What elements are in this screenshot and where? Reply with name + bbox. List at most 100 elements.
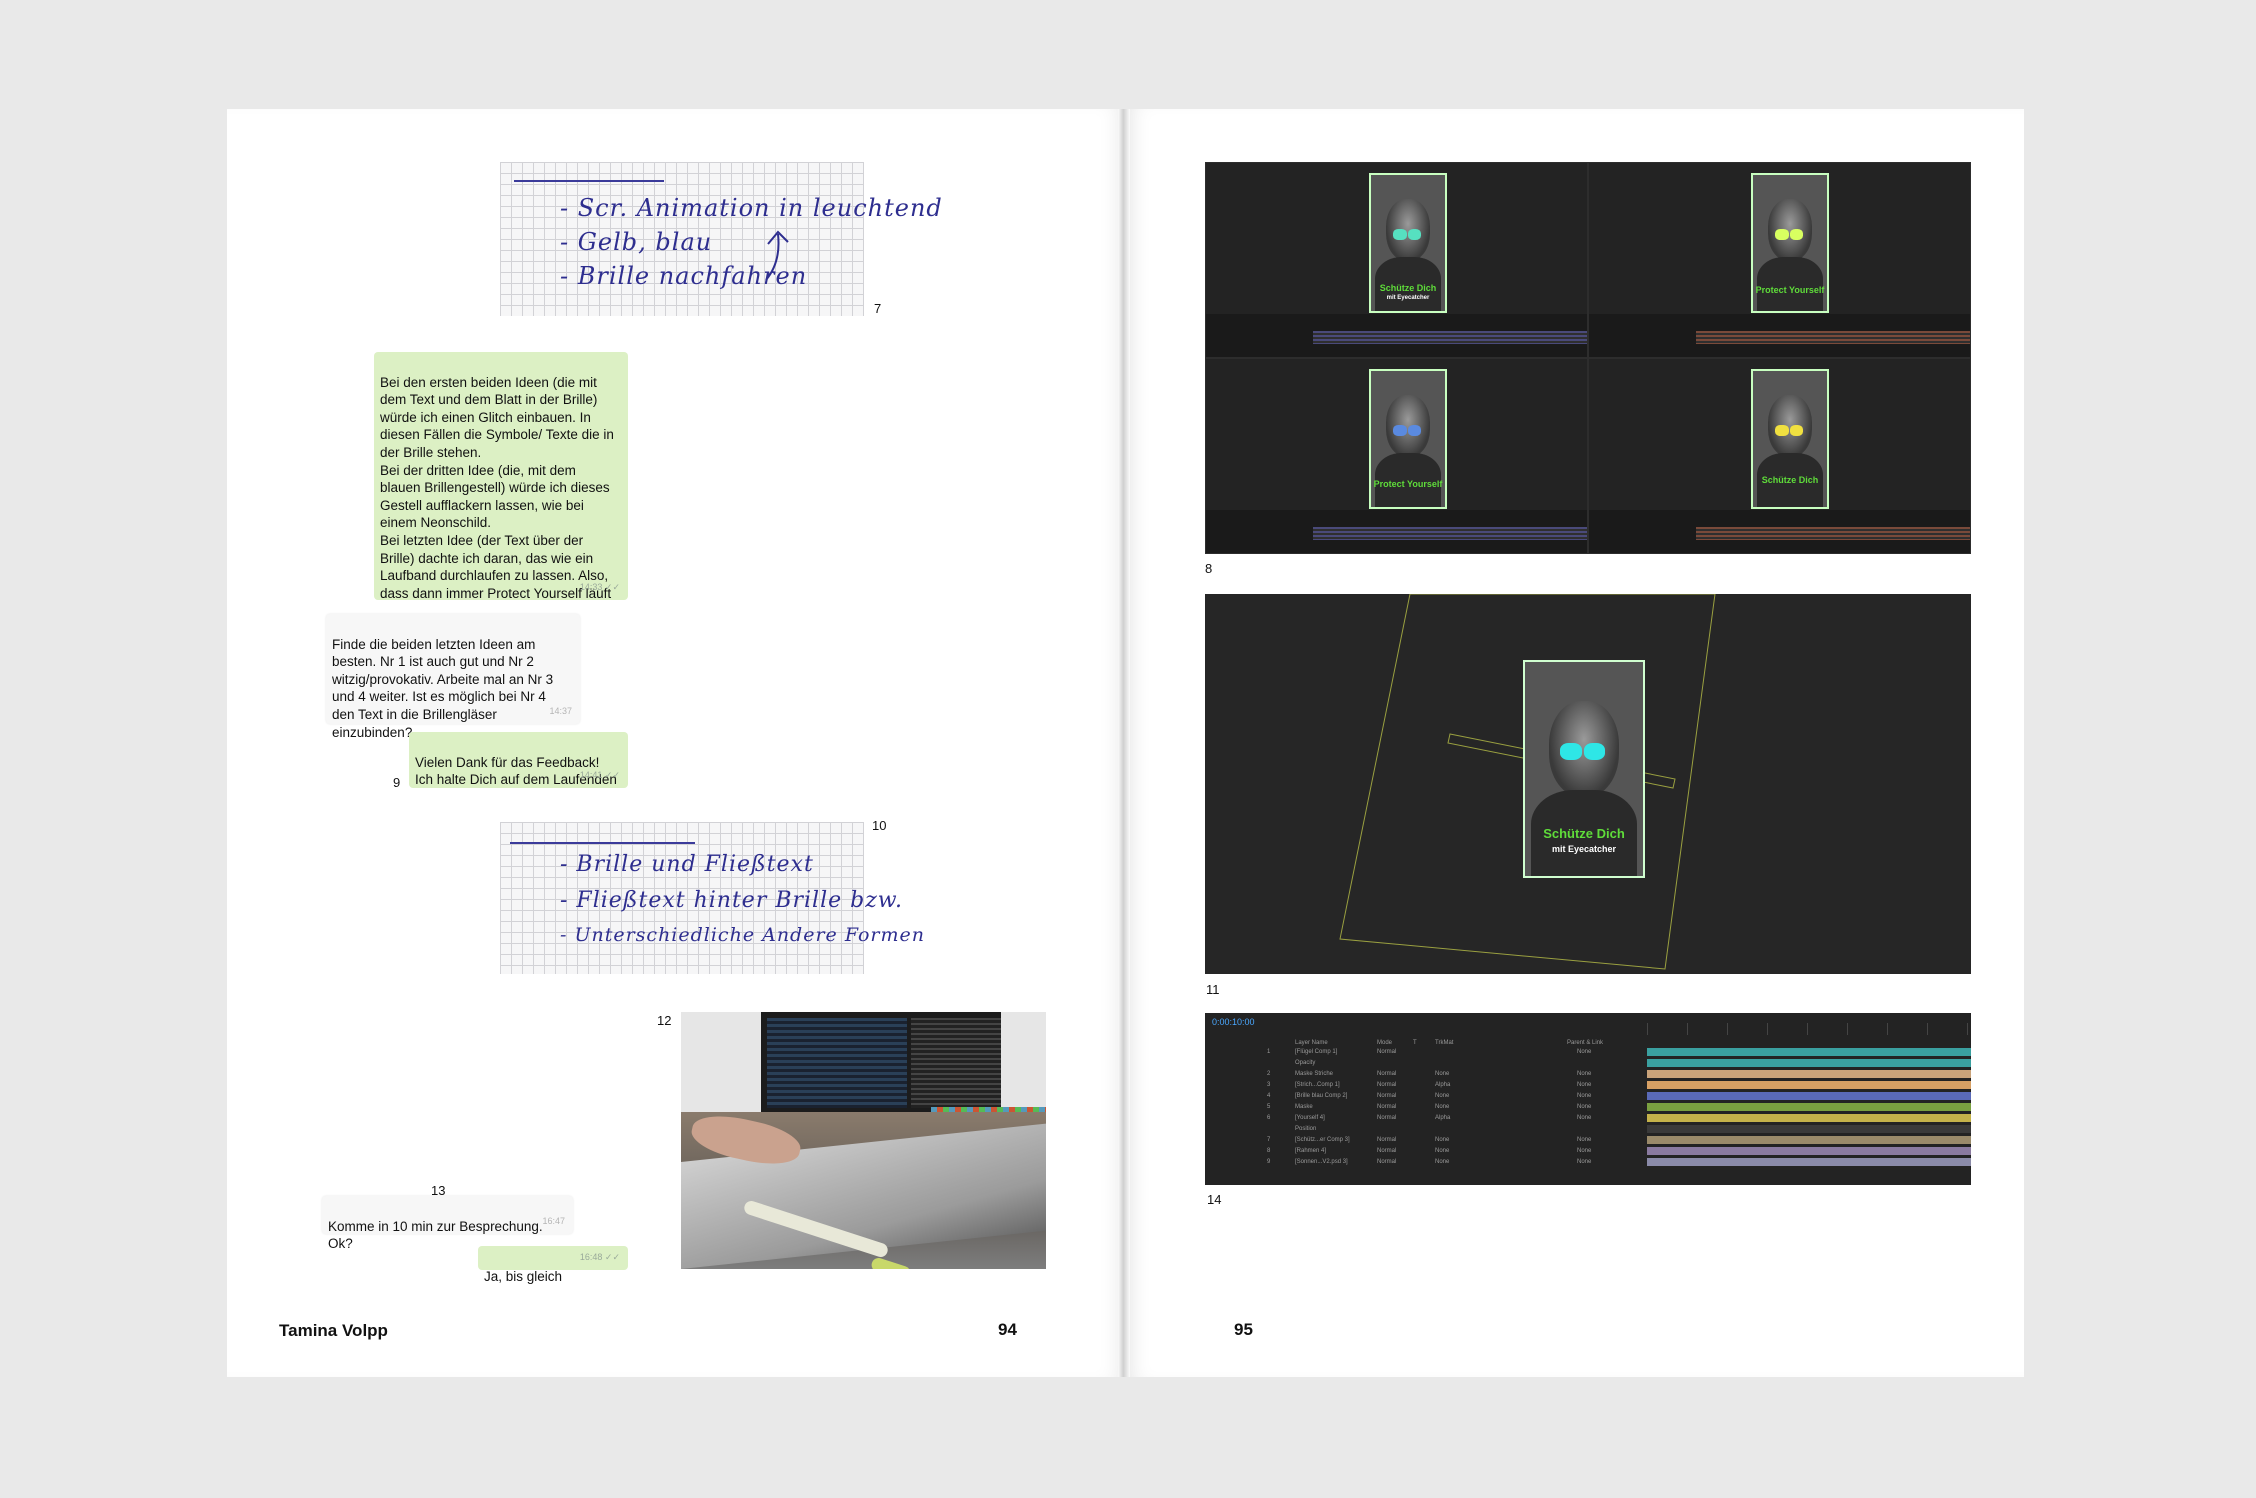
author-name: Tamina Volpp	[279, 1321, 388, 1340]
handwritten-note-7: - Scr. Animation in leuchtend - Gelb, bl…	[500, 162, 942, 316]
layer-cell: Normal	[1377, 1104, 1397, 1110]
layer-cell: [Flügel Comp 1]	[1295, 1049, 1338, 1055]
layer-duration-bar[interactable]	[1647, 1092, 1971, 1100]
chat-text: Bei den ersten beiden Ideen (die mit dem…	[380, 374, 614, 601]
chat-time: 14:37	[549, 706, 572, 717]
phone-preview: Protect Yourself	[1751, 173, 1829, 313]
layer-duration-bar[interactable]	[1647, 1048, 1971, 1056]
layer-cell: Maske Striche	[1295, 1071, 1334, 1077]
preview-caption: Schütze Dich	[1379, 283, 1437, 293]
ae-window-1: Schütze Dich mit Eyecatcher	[1205, 162, 1588, 358]
layer-row[interactable]: 7 [Schütz...er Comp 3] Normal None None	[1205, 1137, 1645, 1144]
layer-cell: None	[1435, 1093, 1450, 1099]
workspace-photo	[681, 1012, 1046, 1269]
layer-cell: [Yourself 4]	[1295, 1115, 1325, 1121]
layer-cell: None	[1435, 1137, 1450, 1143]
figure-number-12: 12	[657, 1013, 672, 1028]
layer-cell: Maske	[1295, 1104, 1313, 1110]
book-gutter	[1118, 109, 1130, 1377]
layer-cell: None	[1435, 1104, 1450, 1110]
layer-cell: 5	[1267, 1104, 1271, 1110]
chat-time: 16:47	[542, 1216, 565, 1227]
figure-number-7: 7	[874, 301, 882, 316]
layer-row[interactable]: 6 [Yourself 4] Normal Alpha None	[1205, 1115, 1645, 1122]
page-number-right: 95	[1234, 1320, 1253, 1339]
chat-bubble-incoming-1: Finde die beiden letzten Ideen am besten…	[326, 614, 580, 740]
chat-time: 16:48 ✓✓	[579, 1252, 620, 1263]
phone-preview: Schütze Dich	[1751, 369, 1829, 509]
layer-cell: None	[1577, 1148, 1592, 1154]
after-effects-screenshots-grid: Schütze Dich mit Eyecatcher Protect Your…	[1205, 162, 1971, 554]
layer-cell: 7	[1267, 1137, 1271, 1143]
layer-duration-bar[interactable]	[1647, 1103, 1971, 1111]
layer-duration-bar[interactable]	[1647, 1059, 1971, 1067]
layer-cell: [Schütz...er Comp 3]	[1295, 1137, 1350, 1143]
ruler	[1647, 1023, 1971, 1035]
chat-text: Ja, bis gleich	[484, 1268, 563, 1284]
layer-cell: Normal	[1377, 1093, 1397, 1099]
layer-cell: 3	[1267, 1082, 1271, 1088]
layer-duration-bar[interactable]	[1647, 1070, 1971, 1078]
chat-bubble-outgoing-3: Ja, bis gleich 16:48 ✓✓	[478, 1246, 628, 1284]
preview-subcaption: mit Eyecatcher	[1551, 844, 1617, 854]
figure-number-11: 11	[1206, 982, 1220, 997]
preview-caption: Protect Yourself	[1373, 479, 1443, 489]
layer-cell: [Rahmen 4]	[1295, 1148, 1327, 1154]
chat-time: 14:41 ✓✓	[579, 770, 620, 781]
composition-view: Schütze Dich mit Eyecatcher	[1205, 594, 1971, 974]
layer-row[interactable]: 5 Maske Normal None None	[1205, 1104, 1645, 1111]
preview-subcaption: mit Eyecatcher	[1386, 295, 1430, 301]
layer-cell: Normal	[1377, 1137, 1397, 1143]
layer-duration-bar[interactable]	[1647, 1125, 1971, 1133]
column-trkmat: TrkMat	[1435, 1040, 1454, 1046]
note10-line-1: - Brille und Fließtext	[560, 852, 814, 877]
layer-cell: Normal	[1377, 1049, 1397, 1055]
note7-line-2: - Gelb, blau	[560, 228, 713, 256]
figure-number-9: 9	[393, 775, 401, 790]
layer-cell: None	[1577, 1115, 1592, 1121]
layer-row[interactable]: Opacity	[1205, 1060, 1645, 1067]
layer-cell: 2	[1267, 1071, 1271, 1077]
layer-duration-bar[interactable]	[1647, 1081, 1971, 1089]
layer-cell: [Sonnen...V2.psd 3]	[1295, 1159, 1348, 1165]
layer-cell: None	[1435, 1071, 1450, 1077]
chat-bubble-outgoing-2: Vielen Dank für das Feedback! Ich halte …	[409, 732, 628, 788]
layer-cell: 1	[1267, 1049, 1271, 1055]
figure-number-8: 8	[1205, 561, 1213, 576]
note7-line-1: - Scr. Animation in leuchtend	[560, 194, 943, 222]
layer-row[interactable]: 8 [Rahmen 4] Normal None None	[1205, 1148, 1645, 1155]
layer-cell: None	[1577, 1049, 1592, 1055]
layer-cell: None	[1577, 1159, 1592, 1165]
layer-cell: Alpha	[1435, 1082, 1451, 1088]
layer-row[interactable]: 1 [Flügel Comp 1] Normal None	[1205, 1049, 1645, 1056]
layer-cell: Normal	[1377, 1082, 1397, 1088]
layer-cell: 9	[1267, 1159, 1271, 1165]
layer-row[interactable]: 4 [Brille blau Comp 2] Normal None None	[1205, 1093, 1645, 1100]
layer-cell: None	[1577, 1093, 1592, 1099]
layer-cell: None	[1435, 1159, 1450, 1165]
layer-cell: None	[1577, 1104, 1592, 1110]
layer-cell: Alpha	[1435, 1115, 1451, 1121]
layer-duration-bar[interactable]	[1647, 1158, 1971, 1166]
layer-cell: None	[1577, 1137, 1592, 1143]
layer-cell: Normal	[1377, 1071, 1397, 1077]
layer-duration-bar[interactable]	[1647, 1136, 1971, 1144]
layer-cell: 6	[1267, 1115, 1271, 1121]
layer-row[interactable]: 9 [Sonnen...V2.psd 3] Normal None None	[1205, 1159, 1645, 1166]
layer-duration-bar[interactable]	[1647, 1114, 1971, 1122]
layer-cell: Opacity	[1295, 1060, 1316, 1066]
ae-window-2: Protect Yourself	[1588, 162, 1971, 358]
layer-cell: Position	[1295, 1126, 1317, 1132]
handwritten-note-10: - Brille und Fließtext - Fließtext hinte…	[500, 822, 924, 974]
phone-preview: Protect Yourself	[1369, 369, 1447, 509]
layer-cell: Normal	[1377, 1115, 1397, 1121]
layer-row[interactable]: Position	[1205, 1126, 1645, 1133]
layer-duration-bar[interactable]	[1647, 1147, 1971, 1155]
preview-caption: Protect Yourself	[1755, 285, 1825, 295]
layer-row[interactable]: 2 Maske Striche Normal None None	[1205, 1071, 1645, 1078]
figure-number-14: 14	[1207, 1192, 1222, 1207]
layer-cell: 4	[1267, 1093, 1271, 1099]
layer-row[interactable]: 3 [Strich...Comp 1] Normal Alpha None	[1205, 1082, 1645, 1089]
preview-caption: Schütze Dich	[1761, 475, 1819, 485]
column-parent: Parent & Link	[1567, 1040, 1604, 1046]
